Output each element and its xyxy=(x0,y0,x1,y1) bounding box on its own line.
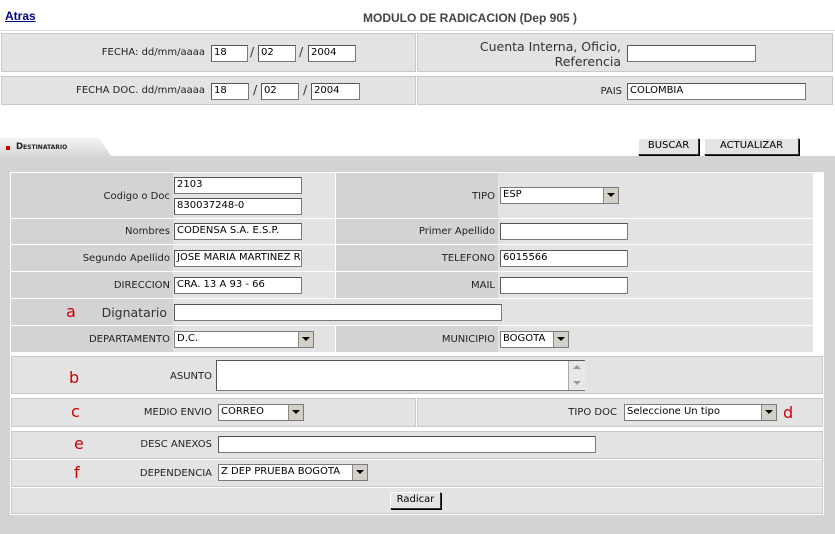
primer-apellido-input[interactable] xyxy=(500,223,628,240)
scroll-down-icon[interactable] xyxy=(573,381,581,385)
fecha-sep-1: / xyxy=(250,44,255,59)
nombres-input[interactable]: CODENSA S.A. E.S.P. xyxy=(174,223,302,240)
mail-label: MAIL xyxy=(471,280,495,291)
telefono-label: TELEFONO xyxy=(441,253,495,264)
back-link[interactable]: Atras xyxy=(5,9,36,23)
fecha-doc-sep-2: / xyxy=(303,82,308,97)
radicar-button[interactable]: Radicar xyxy=(390,492,441,509)
medio-envio-select-value: CORREO xyxy=(221,406,264,417)
departamento-select-value: D.C. xyxy=(177,333,199,344)
municipio-select[interactable]: BOGOTA xyxy=(500,331,569,348)
fecha-year-input[interactable]: 2004 xyxy=(308,45,356,62)
tipo-doc-select-value: Seleccione Un tipo xyxy=(627,406,720,417)
chevron-down-icon[interactable] xyxy=(603,188,618,203)
tipo-doc-label: TIPO DOC xyxy=(568,407,617,418)
pais-input[interactable]: COLOMBIA xyxy=(627,83,806,100)
cuenta-input[interactable] xyxy=(627,45,756,62)
fecha-label: FECHA: dd/mm/aaaa xyxy=(101,47,205,58)
dependencia-label: DEPENDENCIA xyxy=(139,468,212,479)
chevron-down-icon[interactable] xyxy=(553,332,568,347)
fecha-doc-day-input[interactable]: 18 xyxy=(211,83,249,100)
chevron-down-icon[interactable] xyxy=(298,332,313,347)
tipo-doc-select[interactable]: Seleccione Un tipo xyxy=(624,404,777,421)
fecha-month-input[interactable]: 02 xyxy=(258,45,296,62)
scroll-up-icon[interactable] xyxy=(573,365,581,369)
codigo-input-2[interactable]: 830037248-0 xyxy=(174,198,302,215)
cuenta-label: Cuenta Interna, Oficio, Referencia xyxy=(479,39,621,69)
chevron-down-icon[interactable] xyxy=(288,405,303,420)
annotation-e: e xyxy=(74,434,84,453)
chevron-down-icon[interactable] xyxy=(352,465,367,480)
annotation-f: f xyxy=(74,463,80,482)
direccion-input[interactable]: CRA. 13 A 93 - 66 xyxy=(174,277,302,294)
fecha-doc-month-input[interactable]: 02 xyxy=(261,83,299,100)
pais-label: PAIS xyxy=(600,86,622,97)
mail-input[interactable] xyxy=(500,277,628,294)
actualizar-button[interactable]: ACTUALIZAR xyxy=(704,138,799,155)
desc-anexos-input[interactable] xyxy=(218,436,596,453)
municipio-select-value: BOGOTA xyxy=(503,333,546,344)
direccion-label: DIRECCION xyxy=(113,280,170,291)
primer-apellido-label: Primer Apellido xyxy=(418,226,495,237)
page-title: MODULO DE RADICACION (Dep 905 ) xyxy=(362,11,577,25)
telefono-input[interactable]: 6015566 xyxy=(500,250,628,267)
dignatario-label: Dignatario xyxy=(101,305,167,320)
annotation-d: d xyxy=(783,403,794,422)
tipo-label: TIPO xyxy=(472,191,495,202)
annotation-c: c xyxy=(71,402,80,421)
tipo-select[interactable]: ESP xyxy=(500,187,619,204)
segundo-apellido-input[interactable]: JOSE MARIA MARTINEZ R xyxy=(174,250,302,267)
asunto-textarea[interactable] xyxy=(216,360,585,391)
dignatario-input[interactable] xyxy=(174,304,502,321)
fecha-doc-sep-1: / xyxy=(253,82,258,97)
buscar-button[interactable]: BUSCAR xyxy=(638,138,699,155)
codigo-label: Codigo o Doc xyxy=(103,191,170,202)
codigo-input-1[interactable]: 2103 xyxy=(174,177,302,194)
segundo-apellido-label: Segundo Apellido xyxy=(82,253,170,264)
annotation-b: b xyxy=(69,368,80,387)
nombres-label: Nombres xyxy=(125,226,170,237)
medio-envio-select[interactable]: CORREO xyxy=(218,404,304,421)
departamento-select[interactable]: D.C. xyxy=(174,331,314,348)
fecha-doc-label: FECHA DOC. dd/mm/aaaa xyxy=(76,85,205,96)
medio-envio-label: MEDIO ENVIO xyxy=(143,407,212,418)
destinatario-tab-label: Destinatario xyxy=(16,142,68,152)
tipo-select-value: ESP xyxy=(503,189,522,200)
dependencia-select[interactable]: Z DEP PRUEBA BOGOTA xyxy=(218,464,368,481)
annotation-a: a xyxy=(66,302,76,321)
dependencia-select-value: Z DEP PRUEBA BOGOTA xyxy=(221,466,341,477)
municipio-label: MUNICIPIO xyxy=(441,334,495,345)
destinatario-tab-bullet xyxy=(6,146,10,150)
fecha-doc-year-input[interactable]: 2004 xyxy=(311,83,360,100)
asunto-label: ASUNTO xyxy=(170,371,212,382)
asunto-scrollbar[interactable] xyxy=(568,361,585,390)
fecha-day-input[interactable]: 18 xyxy=(211,45,248,62)
desc-anexos-label: DESC ANEXOS xyxy=(140,439,212,450)
chevron-down-icon[interactable] xyxy=(761,405,776,420)
departamento-label: DEPARTAMENTO xyxy=(88,334,170,345)
fecha-sep-2: / xyxy=(299,44,304,59)
